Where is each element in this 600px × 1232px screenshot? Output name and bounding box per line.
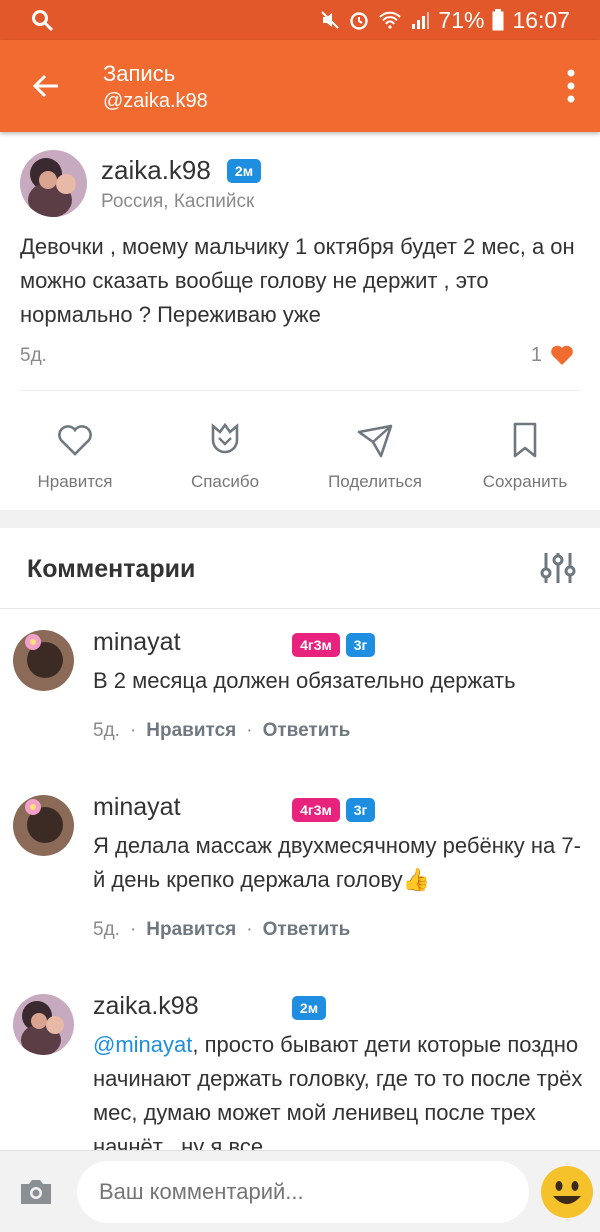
comment-author[interactable]: minayat: [93, 793, 181, 822]
post-age: 5д.: [20, 345, 47, 366]
thanks-action-button[interactable]: Спасибо: [150, 420, 300, 492]
comment-composer: [0, 1150, 600, 1232]
comment-reply-button[interactable]: Ответить: [263, 720, 351, 742]
comment-avatar[interactable]: [13, 795, 74, 856]
battery-icon: [492, 9, 504, 31]
post-author-avatar[interactable]: [20, 150, 87, 217]
save-action-label: Сохранить: [482, 472, 568, 491]
filter-sliders-icon[interactable]: [540, 551, 576, 585]
comment-text: В 2 месяца должен обязательно держать: [93, 668, 516, 693]
post-author-name[interactable]: zaika.k98: [101, 155, 211, 186]
heart-filled-icon[interactable]: [550, 344, 574, 366]
status-badge: 3г: [346, 633, 375, 657]
like-count: 1: [530, 344, 542, 366]
share-action-button[interactable]: Поделиться: [300, 420, 450, 492]
status-badge: 4г3м: [292, 798, 340, 822]
comment-meta: 5д. · Нравится · Ответить: [93, 720, 351, 742]
post-location: Россия, Каспийск: [101, 191, 255, 212]
comment-input[interactable]: [77, 1161, 529, 1223]
like-action-button[interactable]: Нравится: [0, 420, 150, 492]
comment-avatar[interactable]: [13, 630, 74, 691]
divider: [20, 390, 580, 391]
section-separator: [0, 510, 600, 528]
comment-meta: 5д. · Нравится · Ответить: [93, 919, 351, 941]
share-action-label: Поделиться: [328, 472, 422, 491]
status-badge: 2м: [292, 996, 326, 1020]
status-bar: 71% 16:07: [0, 0, 600, 40]
status-badge: 4г3м: [292, 633, 340, 657]
search-icon[interactable]: [30, 8, 54, 32]
post-text: Девочки , моему мальчику 1 октября будет…: [20, 234, 575, 327]
comment-text: @minayat, просто бывают дети которые поз…: [93, 1028, 583, 1150]
bookmark-icon: [513, 422, 537, 458]
back-arrow-icon[interactable]: [30, 70, 62, 102]
emoji-smiley-icon[interactable]: [540, 1165, 594, 1219]
save-action-button[interactable]: Сохранить: [450, 420, 600, 492]
comment-avatar[interactable]: [13, 994, 74, 1055]
page-title: Запись: [103, 61, 176, 86]
tulip-icon: [211, 422, 239, 454]
comment-author[interactable]: minayat: [93, 628, 181, 657]
mention-link[interactable]: @minayat: [93, 1032, 192, 1057]
comment-like-button[interactable]: Нравится: [146, 919, 236, 941]
comments-title: Комментарии: [27, 555, 196, 583]
comment-reply-button[interactable]: Ответить: [263, 919, 351, 941]
status-badge: 3г: [346, 798, 375, 822]
more-vertical-icon[interactable]: [566, 68, 576, 104]
like-action-label: Нравится: [37, 472, 113, 491]
battery-percent: 71%: [438, 6, 485, 33]
page-subtitle: @zaika.k98: [103, 90, 208, 112]
comment-like-button[interactable]: Нравится: [146, 720, 236, 742]
comment-age: 5д.: [93, 919, 120, 940]
thanks-action-label: Спасибо: [190, 472, 260, 491]
mute-icon: [321, 11, 340, 29]
alarm-icon: [350, 12, 369, 30]
divider: [0, 608, 600, 609]
wifi-icon: [379, 11, 402, 29]
comment-author[interactable]: zaika.k98: [93, 992, 199, 1021]
camera-icon[interactable]: [18, 1177, 54, 1207]
comment-text: Я делала массаж двухмесячному ребёнку на…: [93, 833, 581, 892]
paper-plane-icon: [357, 424, 393, 458]
app-bar: Запись @zaika.k98: [0, 40, 600, 132]
clock: 16:07: [512, 6, 570, 33]
heart-outline-icon: [58, 425, 92, 456]
status-badge: 2м: [227, 159, 261, 183]
comment-age: 5д.: [93, 720, 120, 741]
signal-icon: [412, 12, 430, 29]
